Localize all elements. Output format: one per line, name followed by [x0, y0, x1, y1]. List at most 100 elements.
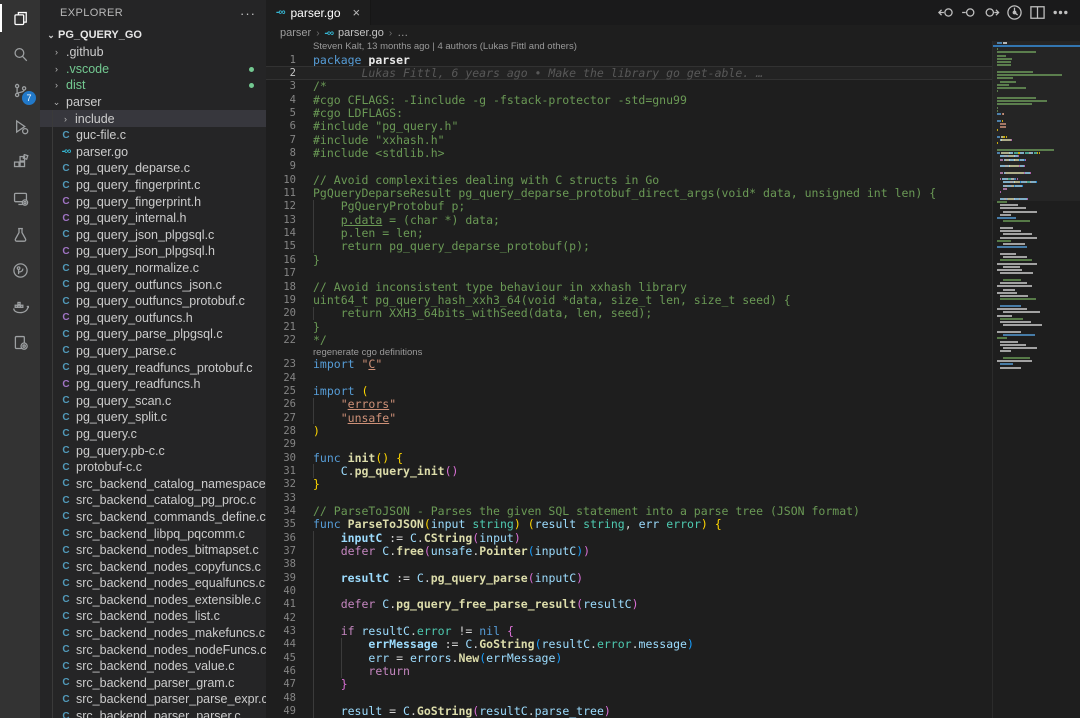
- tree-item[interactable]: Cpg_query_readfuncs.h: [40, 376, 266, 393]
- code-line[interactable]: 11PgQueryDeparseResult pg_query_deparse_…: [266, 186, 992, 199]
- code-line[interactable]: 31 C.pg_query_init(): [266, 464, 992, 477]
- tree-folder--vscode[interactable]: ›.vscode: [40, 61, 266, 78]
- code-line[interactable]: 36 inputC := C.CString(input): [266, 531, 992, 544]
- code-line[interactable]: 3/*: [266, 80, 992, 93]
- explorer-icon[interactable]: [0, 0, 40, 36]
- tree-item[interactable]: Cpg_query_json_plpgsql.c: [40, 227, 266, 244]
- tree-item[interactable]: Cpg_query_outfuncs_protobuf.c: [40, 293, 266, 310]
- tree-item[interactable]: Csrc_backend_libpq_pqcomm.c: [40, 525, 266, 542]
- codelens-link[interactable]: regenerate cgo definitions: [266, 347, 992, 358]
- breadcrumb-segment[interactable]: parser: [280, 27, 311, 39]
- extensions-icon[interactable]: [0, 144, 40, 180]
- code-line[interactable]: 21}: [266, 320, 992, 333]
- tree-item[interactable]: Csrc_backend_nodes_equalfuncs.c: [40, 575, 266, 592]
- container-tools-icon[interactable]: [0, 324, 40, 360]
- code-line[interactable]: 28): [266, 424, 992, 437]
- tree-folder-include[interactable]: ›include: [40, 110, 266, 127]
- code-line[interactable]: 44 errMessage := C.GoString(resultC.erro…: [266, 638, 992, 651]
- tree-folder-dist[interactable]: ›dist: [40, 77, 266, 94]
- tree-item[interactable]: Csrc_backend_parser_parser.c: [40, 708, 266, 718]
- tree-item[interactable]: -∞parser.go: [40, 144, 266, 161]
- code-line[interactable]: 24: [266, 371, 992, 384]
- code-line[interactable]: 18// Avoid inconsistent type behaviour i…: [266, 280, 992, 293]
- code-line[interactable]: 34// ParseToJSON - Parses the given SQL …: [266, 504, 992, 517]
- code-line[interactable]: 12 PgQueryProtobuf p;: [266, 200, 992, 213]
- code-line[interactable]: 46 return: [266, 664, 992, 677]
- code-line[interactable]: 29: [266, 438, 992, 451]
- run-debug-icon[interactable]: [0, 108, 40, 144]
- tree-item[interactable]: Csrc_backend_nodes_extensible.c: [40, 592, 266, 609]
- code-line[interactable]: 38: [266, 558, 992, 571]
- source-control-icon[interactable]: 7: [0, 72, 40, 108]
- tree-item[interactable]: Csrc_backend_commands_define.c: [40, 509, 266, 526]
- split-editor-icon[interactable]: [1027, 3, 1047, 23]
- code-line[interactable]: 39 resultC := C.pg_query_parse(inputC): [266, 571, 992, 584]
- tree-item[interactable]: Cpg_query_scan.c: [40, 392, 266, 409]
- tree-item[interactable]: Cpg_query_deparse.c: [40, 160, 266, 177]
- minimap[interactable]: [992, 41, 1080, 718]
- tree-item[interactable]: Cpg_query_parse_plpgsql.c: [40, 326, 266, 343]
- tree-item[interactable]: Cprotobuf-c.c: [40, 459, 266, 476]
- tree-folder--github[interactable]: ›.github: [40, 44, 266, 61]
- tree-item[interactable]: Cpg_query_outfuncs.h: [40, 310, 266, 327]
- tree-item[interactable]: Csrc_backend_parser_parse_expr.c: [40, 691, 266, 708]
- code-line[interactable]: 7#include "xxhash.h": [266, 133, 992, 146]
- tree-item[interactable]: Cpg_query.pb-c.c: [40, 442, 266, 459]
- git-blame-codelens[interactable]: Steven Kalt, 13 months ago | 4 authors (…: [266, 41, 992, 53]
- search-icon[interactable]: [0, 36, 40, 72]
- code-line[interactable]: 33: [266, 491, 992, 504]
- code-line[interactable]: 9: [266, 160, 992, 173]
- code-line[interactable]: 41 defer C.pg_query_free_parse_result(re…: [266, 598, 992, 611]
- code-line[interactable]: 35func ParseToJSON(input string) (result…: [266, 518, 992, 531]
- previous-change-icon[interactable]: [958, 3, 978, 23]
- docker-icon[interactable]: [0, 288, 40, 324]
- git-graph-icon[interactable]: [0, 252, 40, 288]
- tree-item[interactable]: Cpg_query_outfuncs_json.c: [40, 276, 266, 293]
- code-line[interactable]: 47 }: [266, 678, 992, 691]
- breadcrumb-segment[interactable]: parser.go: [338, 27, 384, 39]
- tree-item[interactable]: Csrc_backend_nodes_nodeFuncs.c: [40, 641, 266, 658]
- tree-item[interactable]: Cpg_query.c: [40, 426, 266, 443]
- tree-folder-parser[interactable]: ⌄parser: [40, 94, 266, 111]
- tree-item[interactable]: Csrc_backend_parser_gram.c: [40, 675, 266, 692]
- code-line[interactable]: 16}: [266, 253, 992, 266]
- code-line[interactable]: 42: [266, 611, 992, 624]
- tree-item[interactable]: Csrc_backend_catalog_namespace.c: [40, 475, 266, 492]
- code-line[interactable]: 13 p.data = (char *) data;: [266, 213, 992, 226]
- tree-item[interactable]: Cpg_query_internal.h: [40, 210, 266, 227]
- tree-item[interactable]: Csrc_backend_catalog_pg_proc.c: [40, 492, 266, 509]
- code-line[interactable]: 15 return pg_query_deparse_protobuf(p);: [266, 240, 992, 253]
- tree-item[interactable]: Cpg_query_split.c: [40, 409, 266, 426]
- testing-icon[interactable]: [0, 216, 40, 252]
- tree-item[interactable]: Csrc_backend_nodes_copyfuncs.c: [40, 558, 266, 575]
- code-line[interactable]: 17: [266, 267, 992, 280]
- code-line[interactable]: 30func init() {: [266, 451, 992, 464]
- code-line[interactable]: 26 "errors": [266, 398, 992, 411]
- breadcrumb-segment[interactable]: …: [397, 27, 408, 39]
- gitlens-graph-icon[interactable]: [1004, 3, 1024, 23]
- code-line[interactable]: 49 result = C.GoString(resultC.parse_tre…: [266, 705, 992, 718]
- tree-item[interactable]: Csrc_backend_nodes_makefuncs.c: [40, 625, 266, 642]
- minimap-slider[interactable]: [993, 41, 1080, 201]
- code-line[interactable]: 27 "unsafe": [266, 411, 992, 424]
- code-area[interactable]: Steven Kalt, 13 months ago | 4 authors (…: [266, 41, 992, 718]
- tree-item[interactable]: Cpg_query_normalize.c: [40, 260, 266, 277]
- explorer-more-actions-icon[interactable]: ···: [240, 6, 256, 21]
- tab-parser-go[interactable]: -∞ parser.go ×: [266, 0, 371, 25]
- code-line[interactable]: 23import "C": [266, 358, 992, 371]
- remote-explorer-icon[interactable]: [0, 180, 40, 216]
- tree-item[interactable]: Cpg_query_parse.c: [40, 343, 266, 360]
- code-line[interactable]: 20 return XXH3_64bits_withSeed(data, len…: [266, 307, 992, 320]
- code-line[interactable]: 43 if resultC.error != nil {: [266, 624, 992, 637]
- next-change-icon[interactable]: [981, 3, 1001, 23]
- code-line[interactable]: 14 p.len = len;: [266, 226, 992, 239]
- code-line[interactable]: 25import (: [266, 384, 992, 397]
- explorer-root-folder[interactable]: ⌄ PG_QUERY_GO: [40, 26, 266, 44]
- code-line[interactable]: 10// Avoid complexities dealing with C s…: [266, 173, 992, 186]
- code-line[interactable]: 5#cgo LDFLAGS:: [266, 106, 992, 119]
- open-changes-icon[interactable]: [935, 3, 955, 23]
- code-line[interactable]: 45 err = errors.New(errMessage): [266, 651, 992, 664]
- code-line[interactable]: 40: [266, 584, 992, 597]
- tree-item[interactable]: Csrc_backend_nodes_bitmapset.c: [40, 542, 266, 559]
- code-line[interactable]: 32}: [266, 478, 992, 491]
